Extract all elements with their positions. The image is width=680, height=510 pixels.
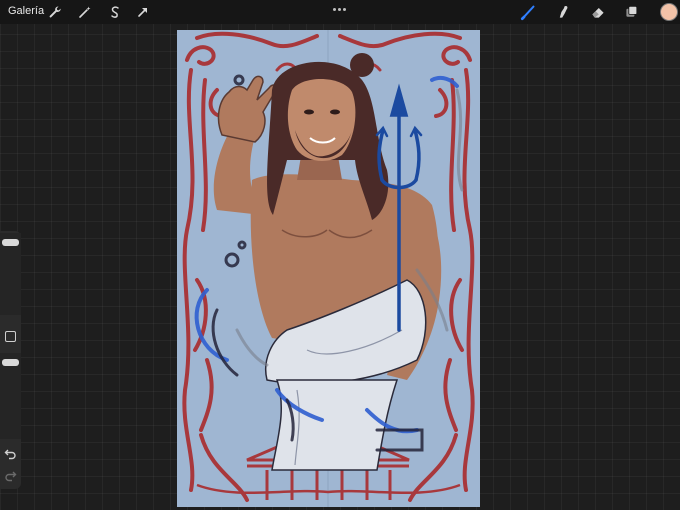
transform-arrow-icon[interactable] (134, 3, 152, 21)
modify-square-icon[interactable] (5, 331, 16, 342)
artwork-illustration (177, 30, 480, 507)
undo-icon[interactable] (4, 447, 17, 460)
brush-size-slider[interactable] (0, 233, 21, 315)
smudge-icon[interactable] (553, 2, 573, 22)
actions-wrench-icon[interactable] (46, 3, 64, 21)
redo-icon[interactable] (4, 469, 17, 482)
color-swatch[interactable] (660, 3, 678, 21)
opacity-slider[interactable] (0, 353, 21, 439)
top-toolbar: Galería (0, 0, 680, 24)
eraser-icon[interactable] (588, 2, 608, 22)
more-options-icon[interactable] (333, 7, 347, 13)
brush-icon[interactable] (519, 2, 539, 22)
layers-icon[interactable] (622, 2, 642, 22)
selection-icon[interactable] (106, 3, 124, 21)
drawing-canvas[interactable] (177, 30, 480, 507)
adjustments-magic-wand-icon[interactable] (76, 3, 94, 21)
left-sidebar (0, 231, 21, 489)
opacity-handle[interactable] (2, 359, 19, 366)
gallery-button[interactable]: Galería (8, 5, 44, 17)
brush-size-handle[interactable] (2, 239, 19, 246)
